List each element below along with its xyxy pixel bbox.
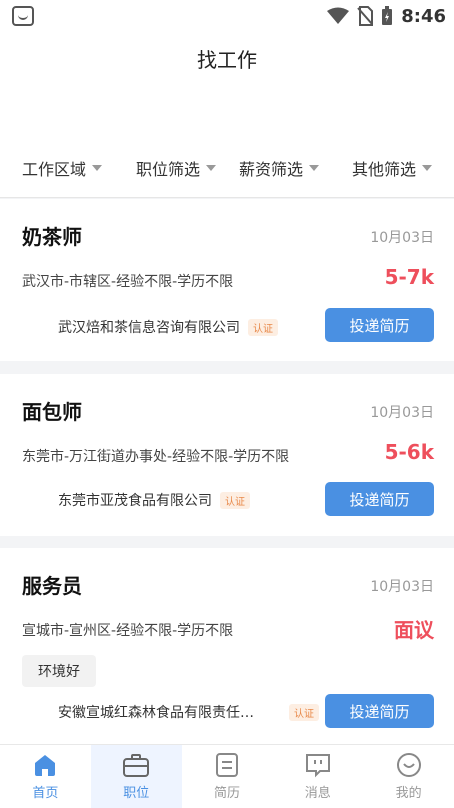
bottom-nav: 首页 职位 简历 消息 我的 (0, 744, 454, 808)
job-location-requirements: 武汉市-市辖区-经验不限-学历不限 (22, 274, 234, 290)
company-name: 安徽宣城红森林食品有限责任… (58, 705, 254, 721)
verified-badge: 认证 (248, 318, 278, 336)
filter-bar: 工作区域 职位筛选 薪资筛选 其他筛选 (0, 142, 454, 198)
home-icon (31, 752, 59, 778)
app-notification-icon (12, 6, 34, 26)
briefcase-icon (122, 752, 150, 778)
apply-resume-button[interactable]: 投递简历 (325, 482, 434, 516)
job-card[interactable]: 服务员 10月03日 宣城市-宣州区-经验不限-学历不限 面议 环境好 安徽宣城… (0, 548, 454, 744)
filter-salary[interactable]: 薪资筛选 (239, 156, 320, 180)
status-time: 8:46 (401, 5, 446, 27)
battery-icon (382, 6, 393, 25)
resume-icon (213, 752, 241, 778)
caret-down-icon (422, 165, 433, 171)
job-salary: 5-7k (384, 265, 434, 289)
nav-resume[interactable]: 简历 (182, 745, 273, 808)
filter-position-label: 职位筛选 (136, 160, 201, 179)
filter-area-label: 工作区域 (22, 160, 87, 179)
nav-messages-label: 消息 (304, 786, 331, 801)
wifi-icon (327, 7, 350, 24)
job-salary: 面议 (394, 618, 434, 642)
job-card[interactable]: 奶茶师 10月03日 武汉市-市辖区-经验不限-学历不限 5-7k 武汉焙和茶信… (0, 199, 454, 361)
nav-positions[interactable]: 职位 (90, 745, 182, 808)
page-title: 找工作 (197, 48, 257, 72)
company-name: 东莞市亚茂食品有限公司 (58, 493, 212, 509)
status-bar: 8:46 (0, 0, 454, 32)
filter-area[interactable]: 工作区域 (22, 156, 103, 180)
verified-badge: 认证 (289, 704, 319, 721)
filter-other-label: 其他筛选 (352, 160, 417, 179)
caret-down-icon (206, 165, 217, 171)
company-row: 东莞市亚茂食品有限公司 认证 (58, 490, 250, 510)
nav-positions-label: 职位 (123, 786, 150, 801)
job-card[interactable]: 面包师 10月03日 东莞市-万江街道办事处-经验不限-学历不限 5-6k 东莞… (0, 374, 454, 536)
nav-home[interactable]: 首页 (0, 745, 91, 808)
nav-profile-label: 我的 (395, 786, 422, 801)
job-date: 10月03日 (370, 579, 434, 595)
filter-position[interactable]: 职位筛选 (136, 156, 217, 180)
company-row: 武汉焙和茶信息咨询有限公司 认证 (58, 317, 278, 337)
verified-badge: 认证 (220, 491, 250, 509)
job-date: 10月03日 (370, 405, 434, 421)
filter-other[interactable]: 其他筛选 (352, 156, 433, 180)
no-sim-icon (357, 6, 374, 26)
job-title: 面包师 (22, 400, 82, 424)
apply-resume-button[interactable]: 投递简历 (325, 694, 434, 728)
job-date: 10月03日 (370, 230, 434, 246)
header: 找工作 (0, 32, 454, 142)
apply-resume-button[interactable]: 投递简历 (325, 308, 434, 342)
job-tag: 环境好 (22, 655, 96, 687)
status-indicators: 8:46 (327, 4, 446, 28)
nav-profile[interactable]: 我的 (363, 745, 454, 808)
message-icon (304, 752, 332, 778)
job-salary: 5-6k (384, 440, 434, 464)
job-location-requirements: 东莞市-万江街道办事处-经验不限-学历不限 (22, 449, 290, 465)
caret-down-icon (309, 165, 320, 171)
caret-down-icon (92, 165, 103, 171)
job-title: 奶茶师 (22, 225, 82, 249)
nav-home-label: 首页 (32, 786, 59, 801)
filter-salary-label: 薪资筛选 (239, 160, 304, 179)
company-row: 安徽宣城红森林食品有限责任… (58, 702, 254, 722)
nav-resume-label: 简历 (213, 786, 240, 801)
job-title: 服务员 (22, 574, 82, 598)
job-location-requirements: 宣城市-宣州区-经验不限-学历不限 (22, 623, 234, 639)
company-name: 武汉焙和茶信息咨询有限公司 (58, 320, 240, 336)
nav-messages[interactable]: 消息 (272, 745, 363, 808)
profile-icon (395, 752, 423, 778)
